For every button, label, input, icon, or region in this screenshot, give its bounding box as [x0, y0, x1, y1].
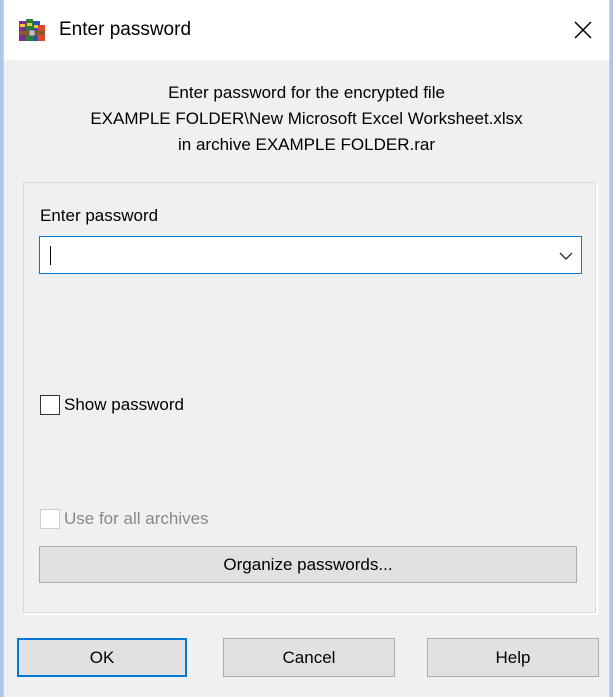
password-label: Enter password: [40, 206, 159, 225]
organize-passwords-button[interactable]: Organize passwords...: [39, 546, 577, 583]
text-caret: [50, 246, 51, 265]
message-archive-name: in archive EXAMPLE FOLDER.rar: [178, 135, 435, 154]
message-file-path: EXAMPLE FOLDER\New Microsoft Excel Works…: [90, 109, 523, 128]
message-line-1: Enter password for the encrypted file: [168, 83, 445, 102]
help-button[interactable]: Help: [427, 638, 599, 677]
close-icon: [574, 21, 592, 39]
encrypted-file-message: Enter password for the encrypted file EX…: [4, 80, 609, 158]
winrar-books-icon: [19, 19, 45, 43]
show-password-label: Show password: [64, 395, 185, 414]
use-for-all-archives-label: Use for all archives: [64, 509, 209, 528]
chevron-down-icon[interactable]: [557, 247, 575, 265]
use-for-all-archives-checkbox: [40, 509, 60, 529]
use-for-all-archives-row: Use for all archives: [40, 509, 209, 529]
enter-password-dialog: Enter password Enter password for the en…: [3, 0, 610, 697]
password-input[interactable]: [44, 239, 552, 271]
show-password-checkbox[interactable]: [40, 395, 60, 415]
cancel-button[interactable]: Cancel: [223, 638, 395, 677]
password-combobox[interactable]: [39, 236, 582, 274]
title-bar[interactable]: Enter password: [4, 0, 609, 60]
show-password-checkbox-row[interactable]: Show password: [40, 395, 184, 415]
close-button[interactable]: [557, 0, 609, 60]
ok-button[interactable]: OK: [17, 638, 187, 677]
window-title: Enter password: [59, 19, 192, 40]
